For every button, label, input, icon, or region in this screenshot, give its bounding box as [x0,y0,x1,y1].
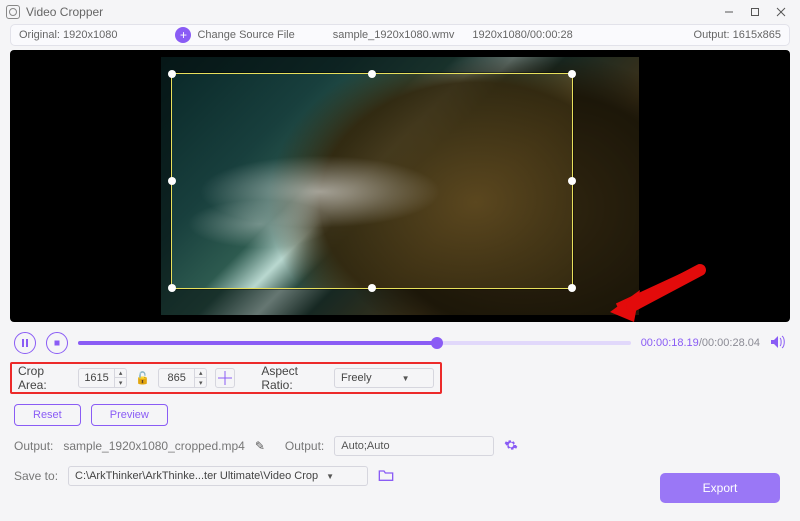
lock-aspect-icon[interactable]: 🔓 [135,371,150,385]
output-size-label: Output: [694,29,730,41]
open-folder-icon[interactable] [378,468,394,485]
stop-button[interactable] [46,332,68,354]
aspect-ratio-select[interactable]: Freely ▼ [334,368,434,388]
window-controls [716,2,794,22]
crop-height-input[interactable]: 865 ▴▾ [158,368,207,388]
preview-button[interactable]: Preview [91,404,168,426]
output-size-value: 1615x865 [733,29,781,41]
export-button[interactable]: Export [660,473,780,503]
crop-controls-highlight: Crop Area: 1615 ▴▾ 🔓 865 ▴▾ Aspect Ratio… [10,362,442,394]
source-size-duration: 1920x1080/00:00:28 [472,29,572,41]
time-duration: 00:00:28.04 [702,337,760,349]
crop-area-label: Crop Area: [18,364,70,392]
timecode: 00:00:18.19/00:00:28.04 [641,337,760,349]
change-source-label: Change Source File [197,29,294,41]
maximize-button[interactable] [742,2,768,22]
pause-button[interactable] [14,332,36,354]
output-mode-field[interactable]: Auto;Auto [334,436,494,456]
playback-bar: 00:00:18.19/00:00:28.04 [14,332,786,354]
crop-handle-ml[interactable] [168,177,176,185]
output-mode-label: Output: [285,439,324,453]
video-preview-area [10,50,790,322]
video-frame[interactable] [161,57,639,315]
save-path-select[interactable]: C:\ArkThinker\ArkThinke...ter Ultimate\V… [68,466,368,486]
edit-filename-icon[interactable]: ✎ [255,439,265,453]
chevron-down-icon: ▼ [326,472,334,481]
original-label: Original: [19,29,60,41]
titlebar: Video Cropper [0,0,800,24]
original-size: Original: 1920x1080 [19,29,117,41]
crop-height-up[interactable]: ▴ [195,368,206,378]
crop-handle-tm[interactable] [368,70,376,78]
info-bar: Original: 1920x1080 + Change Source File… [10,24,790,46]
aspect-ratio-label: Aspect Ratio: [261,364,326,392]
volume-button[interactable] [770,335,786,352]
output-size: Output: 1615x865 [694,29,781,41]
original-value: 1920x1080 [63,29,117,41]
crop-handle-bl[interactable] [168,284,176,292]
crop-width-value: 1615 [79,372,114,384]
time-current: 00:00:18.19 [641,337,699,349]
seek-knob[interactable] [431,337,443,349]
chevron-down-icon: ▼ [402,374,410,383]
aspect-ratio-value: Freely [341,372,372,384]
plus-icon: + [175,27,191,43]
window-title: Video Cropper [26,5,103,19]
reset-button[interactable]: Reset [14,404,81,426]
change-source-button[interactable]: + Change Source File [175,27,294,43]
save-to-label: Save to: [14,469,58,483]
crop-height-down[interactable]: ▾ [195,378,206,388]
output-file-label: Output: [14,439,53,453]
crop-handle-mr[interactable] [568,177,576,185]
output-settings-icon[interactable] [504,438,518,455]
crop-width-input[interactable]: 1615 ▴▾ [78,368,127,388]
crop-rectangle[interactable] [171,73,573,289]
center-crop-button[interactable] [215,368,235,388]
output-mode-value: Auto;Auto [341,440,389,452]
crop-handle-br[interactable] [568,284,576,292]
crop-height-value: 865 [159,372,194,384]
seek-slider[interactable] [78,341,631,345]
source-filename: sample_1920x1080.wmv [333,29,455,41]
crop-handle-tl[interactable] [168,70,176,78]
crop-handle-bm[interactable] [368,284,376,292]
output-file-name: sample_1920x1080_cropped.mp4 [63,439,244,453]
close-button[interactable] [768,2,794,22]
app-logo-icon [6,5,20,19]
minimize-button[interactable] [716,2,742,22]
crop-handle-tr[interactable] [568,70,576,78]
save-path-value: C:\ArkThinker\ArkThinke...ter Ultimate\V… [75,470,318,482]
crop-width-up[interactable]: ▴ [115,368,126,378]
crop-width-down[interactable]: ▾ [115,378,126,388]
